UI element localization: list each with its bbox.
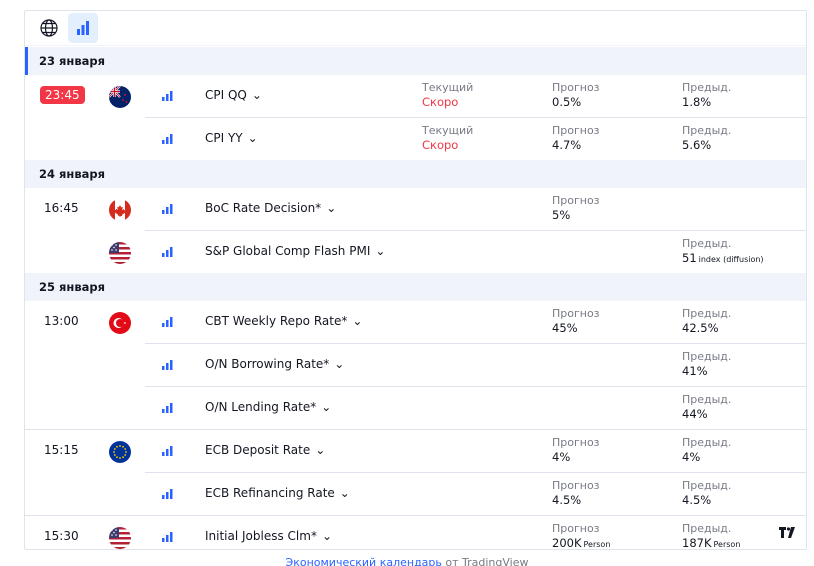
tr-flag-icon — [109, 312, 131, 334]
chevron-down-icon: ⌄ — [375, 244, 386, 258]
date-header: 25 января — [25, 273, 806, 301]
forecast-column: Прогноз 4% — [552, 436, 600, 464]
event-row[interactable]: O/N Borrowing Rate* ⌄ Предыд. 41% — [25, 344, 806, 387]
forecast-column: Прогноз 4.5% — [552, 479, 600, 507]
event-name[interactable]: S&P Global Comp Flash PMI ⌄ — [205, 244, 385, 258]
event-time: 16:45 — [44, 201, 79, 215]
footer-attribution: Экономический календарь от TradingView — [0, 556, 814, 566]
chevron-down-icon: ⌄ — [315, 443, 326, 457]
event-row[interactable]: CPI YY ⌄ Текущий Скоро Прогноз 4.7% Предыд.… — [25, 118, 806, 161]
date-header: 24 января — [25, 160, 806, 188]
date-header: 23 января — [25, 47, 806, 75]
event-row[interactable]: O/N Lending Rate* ⌄ Предыд. 44% — [25, 387, 806, 430]
eu-flag-icon — [109, 441, 131, 463]
nz-flag-icon — [109, 86, 131, 108]
chevron-down-icon: ⌄ — [247, 131, 258, 145]
importance-icon — [162, 247, 173, 257]
tradingview-logo[interactable] — [774, 521, 802, 545]
previous-column: Предыд. 44% — [682, 393, 732, 421]
importance-icon — [162, 360, 173, 370]
previous-column: Предыд. 4.5% — [682, 479, 732, 507]
event-time: 23:45 — [40, 86, 85, 104]
chevron-down-icon: ⌄ — [334, 357, 345, 371]
chevron-down-icon: ⌄ — [352, 314, 363, 328]
globe-button[interactable] — [34, 13, 64, 43]
event-name[interactable]: BoC Rate Decision* ⌄ — [205, 201, 336, 215]
forecast-column: Прогноз 5% — [552, 194, 600, 222]
previous-column: Предыд. 41% — [682, 350, 732, 378]
event-row[interactable]: 16:45 BoC Rate Decision* ⌄ Прогноз 5% — [25, 188, 806, 231]
importance-icon — [162, 489, 173, 499]
previous-column: Предыд. 4% — [682, 436, 732, 464]
event-name[interactable]: Initial Jobless Clm* ⌄ — [205, 529, 332, 543]
actual-column: Текущий Скоро — [422, 124, 474, 152]
previous-column: Предыд. 5.6% — [682, 124, 732, 152]
event-time: 15:30 — [44, 529, 79, 543]
economic-calendar-widget: ▬ · /·· /· текущий прогноз предыд. 23 ян… — [24, 10, 807, 550]
event-name[interactable]: CBT Weekly Repo Rate* ⌄ — [205, 314, 362, 328]
us-flag-icon — [109, 527, 131, 549]
importance-filter-button[interactable] — [68, 13, 98, 43]
event-name[interactable]: CPI QQ ⌄ — [205, 88, 262, 102]
actual-column: Текущий Скоро — [422, 81, 474, 109]
event-time: 15:15 — [44, 443, 79, 457]
previous-column: Предыд. 1.8% — [682, 81, 732, 109]
us-flag-icon — [109, 242, 131, 264]
event-name[interactable]: O/N Borrowing Rate* ⌄ — [205, 357, 344, 371]
chevron-down-icon: ⌄ — [326, 201, 337, 215]
importance-icon — [162, 532, 173, 542]
event-row[interactable]: 15:30 Initial Jobless Clm* ⌄ Прогноз 200K P… — [25, 516, 806, 549]
toolbar — [25, 11, 806, 46]
chevron-down-icon: ⌄ — [321, 529, 333, 543]
event-name[interactable]: O/N Lending Rate* ⌄ — [205, 400, 331, 414]
event-row[interactable]: S&P Global Comp Flash PMI ⌄ Предыд. 51 inde… — [25, 231, 806, 274]
event-name[interactable]: CPI YY ⌄ — [205, 131, 258, 145]
forecast-column: Прогноз 45% — [552, 307, 600, 335]
ca-flag-icon — [109, 199, 131, 221]
event-name[interactable]: ECB Deposit Rate ⌄ — [205, 443, 325, 457]
forecast-column: Прогноз 200K Person — [552, 522, 611, 549]
chevron-down-icon: ⌄ — [321, 400, 332, 414]
forecast-column: Прогноз 4.7% — [552, 124, 600, 152]
events-list[interactable]: ▬ · /·· /· текущий прогноз предыд. 23 ян… — [25, 45, 806, 549]
importance-icon — [162, 134, 173, 144]
event-name[interactable]: ECB Refinancing Rate ⌄ — [205, 486, 350, 500]
tradingview-logo-icon — [779, 527, 795, 538]
importance-icon — [162, 446, 173, 456]
chevron-down-icon: ⌄ — [251, 88, 262, 102]
forecast-column: Прогноз 0.5% — [552, 81, 600, 109]
importance-icon — [162, 403, 173, 413]
previous-column: Предыд. 42.5% — [682, 307, 732, 335]
event-row[interactable]: 15:15 ECB Deposit Rate ⌄ Прогноз 4% Предыд… — [25, 430, 806, 473]
calendar-link[interactable]: Экономический календарь — [286, 556, 442, 566]
globe-icon — [40, 19, 58, 37]
event-time: 13:00 — [44, 314, 79, 328]
previous-column: Предыд. 187K Person — [682, 522, 741, 549]
importance-icon — [162, 317, 173, 327]
previous-column: Предыд. 51 index (diffusion) — [682, 237, 764, 265]
event-row[interactable]: ECB Refinancing Rate ⌄ Прогноз 4.5% Предыд… — [25, 473, 806, 516]
importance-icon — [162, 91, 173, 101]
bar-chart-icon — [77, 21, 89, 35]
event-row[interactable]: 23:45 CPI QQ ⌄ Текущий Скоро Прогноз 0.5% П… — [25, 75, 806, 118]
importance-icon — [162, 204, 173, 214]
chevron-down-icon: ⌄ — [339, 486, 350, 500]
event-row[interactable]: 13:00 CBT Weekly Repo Rate* ⌄ Прогноз 45% … — [25, 301, 806, 344]
